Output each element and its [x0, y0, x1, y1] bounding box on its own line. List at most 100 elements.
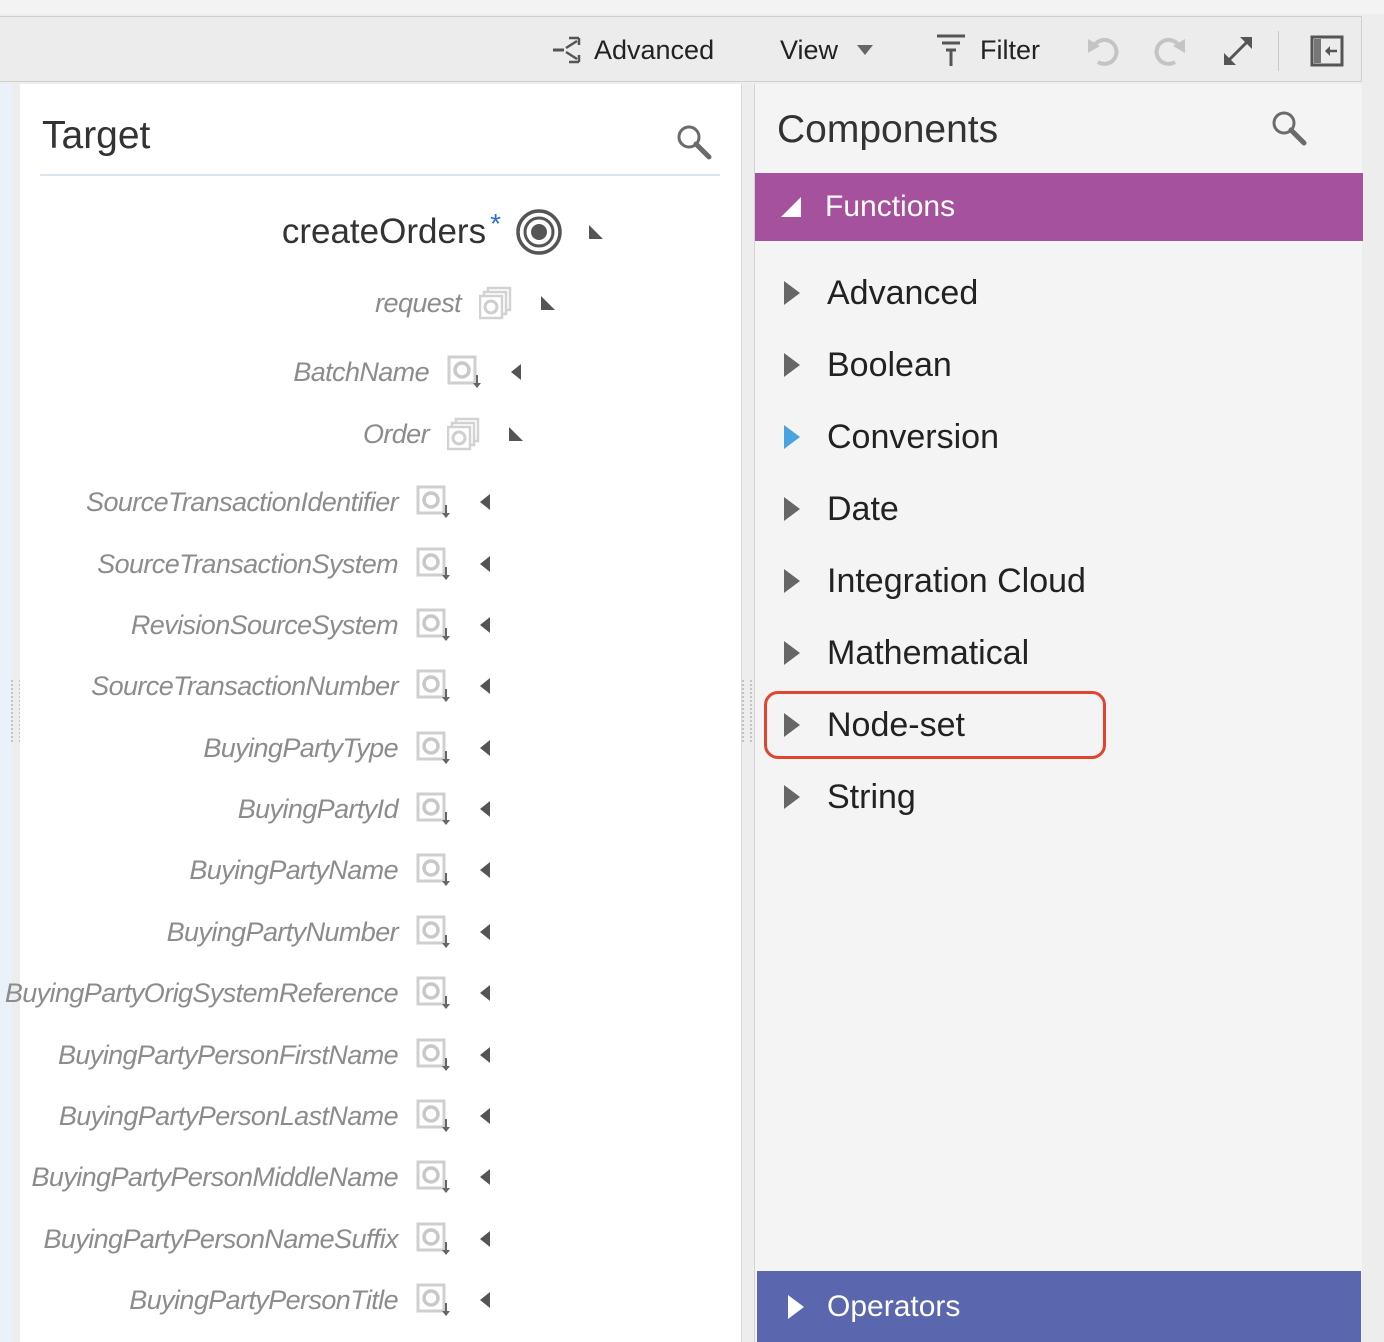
highlight-box: [764, 691, 1106, 759]
tree-node[interactable]: BatchName: [20, 350, 525, 394]
search-icon: [677, 125, 712, 160]
tree-node[interactable]: createOrders *: [20, 208, 605, 256]
expand-icon: [1224, 37, 1252, 65]
target-search-button[interactable]: [676, 124, 712, 165]
tree-node[interactable]: BuyingPartyId: [20, 787, 494, 831]
function-category-conversion[interactable]: Conversion: [755, 411, 1363, 463]
panel-toggle-icon: [1310, 35, 1344, 67]
collapsed-arrow-icon[interactable]: [476, 493, 494, 511]
filter-icon: [937, 34, 965, 66]
element-node-icon: [416, 976, 450, 1010]
functions-section-header[interactable]: Functions: [755, 173, 1363, 241]
tree-node-label: BuyingPartyPersonLastName: [58, 1100, 399, 1131]
filter-button[interactable]: Filter: [936, 17, 1040, 83]
expanded-arrow-icon[interactable]: [539, 294, 557, 312]
function-category-string[interactable]: String: [755, 771, 1363, 823]
function-category-boolean[interactable]: Boolean: [755, 339, 1363, 391]
tree-node[interactable]: RevisionSourceSystem: [20, 603, 494, 647]
tree-node[interactable]: BuyingPartyNumber: [20, 910, 494, 954]
tree-node-label: BuyingPartyPersonFirstName: [57, 1039, 399, 1070]
function-category-label: Date: [827, 489, 899, 528]
target-root-icon: [515, 208, 563, 256]
collapsed-arrow-icon[interactable]: [476, 616, 494, 634]
tree-node[interactable]: BuyingPartyPersonTitle: [20, 1278, 494, 1322]
tree-node[interactable]: BuyingPartyPersonMiddleName: [20, 1155, 494, 1199]
element-node-icon: [447, 355, 481, 389]
element-node-icon: [416, 1222, 450, 1256]
collapsed-arrow-icon[interactable]: [476, 800, 494, 818]
right-resize-handle[interactable]: [742, 680, 752, 742]
tree-node-label: BatchName: [293, 356, 429, 387]
expanded-arrow-icon[interactable]: [587, 223, 605, 241]
function-category-date[interactable]: Date: [755, 483, 1363, 535]
function-category-mathematical[interactable]: Mathematical: [755, 627, 1363, 679]
operators-section-header[interactable]: Operators: [757, 1271, 1361, 1342]
panel-toggle-button[interactable]: [1309, 33, 1345, 69]
target-title-rule: [40, 174, 720, 176]
element-node-icon: [416, 853, 450, 887]
redo-icon: [1154, 37, 1185, 66]
collapsed-arrow-icon[interactable]: [476, 739, 494, 757]
tree-node[interactable]: SourceTransactionSystem: [20, 542, 494, 586]
caret-collapsed-icon: [783, 280, 801, 306]
collapsed-arrow-icon[interactable]: [476, 555, 494, 573]
function-category-advanced[interactable]: Advanced: [755, 267, 1363, 319]
tree-node-label: request: [375, 287, 461, 318]
view-dropdown-icon: [857, 45, 874, 55]
collapsed-arrow-icon[interactable]: [476, 861, 494, 879]
advanced-icon: [553, 36, 581, 64]
target-title: Target: [42, 114, 151, 157]
tree-node-label: BuyingPartyNumber: [166, 916, 399, 947]
tree-node[interactable]: request: [20, 281, 557, 325]
collapsed-arrow-icon[interactable]: [476, 1107, 494, 1125]
caret-collapsed-icon: [783, 352, 801, 378]
view-menu-button[interactable]: View: [780, 17, 874, 83]
caret-collapsed-icon: [783, 496, 801, 522]
target-panel: Target createOrders * request BatchName Orde…: [5, 84, 742, 1342]
collapsed-arrow-icon[interactable]: [507, 363, 525, 381]
element-node-icon: [416, 915, 450, 949]
function-category-label: Integration Cloud: [827, 561, 1086, 600]
tree-node[interactable]: BuyingPartyPersonLastName: [20, 1094, 494, 1138]
tree-node[interactable]: BuyingPartyPersonFirstName: [20, 1033, 494, 1077]
tree-node[interactable]: BuyingPartyName: [20, 848, 494, 892]
redo-button[interactable]: [1152, 33, 1188, 69]
element-node-icon: [416, 731, 450, 765]
function-category-integration-cloud[interactable]: Integration Cloud: [755, 555, 1363, 607]
collapsed-arrow-icon[interactable]: [476, 677, 494, 695]
tree-node-label: createOrders: [281, 212, 487, 251]
function-category-label: Boolean: [827, 345, 952, 384]
tree-node-label: SourceTransactionNumber: [91, 670, 398, 701]
tree-node-label: BuyingPartyPersonNameSuffix: [43, 1223, 399, 1254]
tree-node[interactable]: SourceTransactionIdentifier: [20, 480, 494, 524]
tree-node[interactable]: SourceTransactionNumber: [20, 664, 494, 708]
element-node-icon: [416, 669, 450, 703]
caret-expanded-icon: [779, 195, 803, 219]
search-icon: [1272, 111, 1307, 146]
tree-node-label: BuyingPartyType: [203, 732, 398, 763]
tree-node[interactable]: BuyingPartyOrigSystemReference: [5, 971, 494, 1015]
collapsed-arrow-icon[interactable]: [476, 923, 494, 941]
tree-node-label: BuyingPartyPersonMiddleName: [31, 1161, 399, 1192]
collapsed-arrow-icon[interactable]: [476, 1291, 494, 1309]
tree-node[interactable]: Order: [20, 412, 525, 456]
collapsed-arrow-icon[interactable]: [476, 984, 494, 1002]
collapsed-arrow-icon[interactable]: [476, 1230, 494, 1248]
collapsed-arrow-icon[interactable]: [476, 1168, 494, 1186]
function-category-label: Conversion: [827, 417, 999, 456]
element-node-icon: [416, 1283, 450, 1317]
expanded-arrow-icon[interactable]: [507, 425, 525, 443]
tree-node-label: RevisionSourceSystem: [130, 609, 399, 640]
operators-label: Operators: [827, 1289, 961, 1323]
expand-button[interactable]: [1220, 33, 1256, 69]
collapsed-arrow-icon[interactable]: [476, 1046, 494, 1064]
tree-node[interactable]: BuyingPartyType: [20, 726, 494, 770]
components-search-button[interactable]: [1271, 110, 1307, 151]
advanced-button[interactable]: Advanced: [552, 17, 714, 83]
tree-node[interactable]: BuyingPartyPersonNameSuffix: [20, 1217, 494, 1261]
undo-button[interactable]: [1085, 33, 1121, 69]
caret-collapsed-icon: [783, 640, 801, 666]
required-marker: *: [490, 208, 501, 239]
top-strip: [0, 0, 1384, 14]
element-node-icon: [416, 792, 450, 826]
